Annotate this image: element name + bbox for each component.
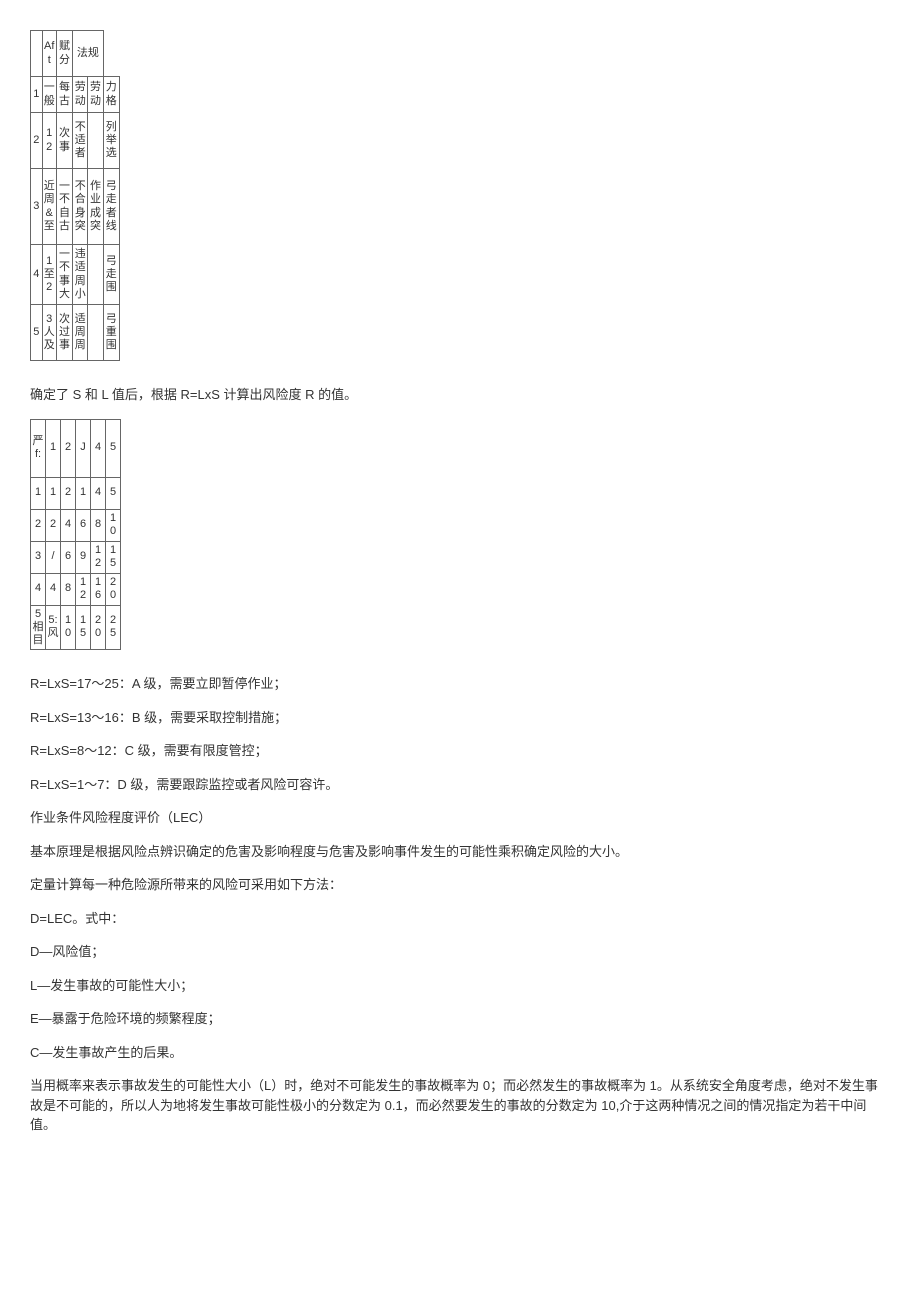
table-row: 3 近周&至 一不自古 不合身突 作业成突 弓走者线 (31, 169, 120, 245)
header-cell: 严f: (31, 419, 46, 477)
lec-heading: 作业条件风险程度评价（LEC） (30, 808, 890, 828)
cell: 3人及 (42, 305, 56, 361)
lec-method: 定量计算每一种危险源所带来的风险可采用如下方法： (30, 875, 890, 895)
cell: 适周周 (73, 305, 88, 361)
cell: 弓走者线 (103, 169, 119, 245)
evaluation-table: Aft 赋分 法规 现场 1 一般 每古 劳动 劳动 力格 2 12 次事 不适… (30, 30, 120, 361)
cell: 不适者 (73, 113, 88, 169)
header-cell: 赋分 (56, 31, 72, 77)
header-cell: 1 (46, 419, 61, 477)
table-row: 5相目 5:风 10 15 20 25 (31, 605, 121, 650)
cell: 作业成突 (88, 169, 103, 245)
cell: 10 (106, 509, 121, 541)
cell: 1 (76, 477, 91, 509)
header-cell: Aft (42, 31, 56, 77)
cell: 10 (61, 605, 76, 650)
cell: 16 (91, 573, 106, 605)
cell: 9 (76, 541, 91, 573)
cell: 20 (106, 573, 121, 605)
cell: 次过事 (56, 305, 72, 361)
risk-level-c: R=LxS=8〜12：C 级，需要有限度管控； (30, 741, 890, 761)
table-row: 5 3人及 次过事 适周周 弓重围 (31, 305, 120, 361)
table-header-row: 严f: 1 2 J 4 5 (31, 419, 121, 477)
cell: 近周&至 (42, 169, 56, 245)
risk-level-d: R=LxS=1〜7：D 级，需要跟踪监控或者风险可容许。 (30, 775, 890, 795)
table-row: 2 2 4 6 8 10 (31, 509, 121, 541)
row-index: 4 (31, 573, 46, 605)
cell: 弓走围 (103, 245, 119, 305)
header-cell (31, 31, 43, 77)
cell: 每古 (56, 77, 72, 113)
table-row: 4 1至2 一不事大 违适周小 弓走围 (31, 245, 120, 305)
cell: 5 (106, 477, 121, 509)
cell: 20 (91, 605, 106, 650)
cell: 1 (46, 477, 61, 509)
cell: 弓重围 (103, 305, 119, 361)
row-index: 2 (31, 113, 43, 169)
cell: 15 (76, 605, 91, 650)
cell: 8 (61, 573, 76, 605)
cell (88, 113, 103, 169)
cell: 4 (91, 477, 106, 509)
cell: 力格 (103, 77, 119, 113)
table-row: 1 一般 每古 劳动 劳动 力格 (31, 77, 120, 113)
lec-principle: 基本原理是根据风险点辨识确定的危害及影响程度与危害及影响事件发生的可能性乘积确定… (30, 842, 890, 862)
header-cell: 4 (91, 419, 106, 477)
risk-level-a: R=LxS=17〜25：A 级，需要立即暂停作业； (30, 674, 890, 694)
cell: 2 (46, 509, 61, 541)
cell: 劳动 (88, 77, 103, 113)
cell (88, 245, 103, 305)
cell: / (46, 541, 61, 573)
risk-formula-text: 确定了 S 和 L 值后，根据 R=LxS 计算出风险度 R 的值。 (30, 385, 890, 405)
lec-c-def: C—发生事故产生的后果。 (30, 1043, 890, 1063)
table-header-row: Aft 赋分 法规 现场 (31, 31, 120, 77)
cell: 6 (61, 541, 76, 573)
cell: 一般 (42, 77, 56, 113)
row-index: 4 (31, 245, 43, 305)
cell: 12 (91, 541, 106, 573)
table-row: 1 1 2 1 4 5 (31, 477, 121, 509)
table-row: 2 12 次事 不适者 列举选 (31, 113, 120, 169)
cell: 违适周小 (73, 245, 88, 305)
cell: 1至2 (42, 245, 56, 305)
row-index: 3 (31, 541, 46, 573)
cell: 4 (61, 509, 76, 541)
header-cell: J (76, 419, 91, 477)
row-index: 5相目 (31, 605, 46, 650)
cell: 25 (106, 605, 121, 650)
cell: 2 (61, 477, 76, 509)
cell: 6 (76, 509, 91, 541)
row-index: 5 (31, 305, 43, 361)
row-index: 1 (31, 477, 46, 509)
risk-matrix-table: 严f: 1 2 J 4 5 1 1 2 1 4 5 2 2 4 6 8 10 3… (30, 419, 121, 651)
cell: 12 (42, 113, 56, 169)
cell: 15 (106, 541, 121, 573)
header-cell: 5 (106, 419, 121, 477)
risk-level-b: R=LxS=13〜16：B 级，需要采取控制措施； (30, 708, 890, 728)
cell: 12 (76, 573, 91, 605)
cell: 5:风 (46, 605, 61, 650)
row-index: 1 (31, 77, 43, 113)
cell: 4 (46, 573, 61, 605)
cell (88, 305, 103, 361)
cell: 列举选 (103, 113, 119, 169)
row-index: 2 (31, 509, 46, 541)
cell: 劳动 (73, 77, 88, 113)
cell: 一不自古 (56, 169, 72, 245)
table-row: 4 4 8 12 16 20 (31, 573, 121, 605)
cell: 8 (91, 509, 106, 541)
lec-l-def: L—发生事故的可能性大小； (30, 976, 890, 996)
lec-d-def: D—风险值； (30, 942, 890, 962)
lec-probability-text: 当用概率来表示事故发生的可能性大小（L）时，绝对不可能发生的事故概率为 0；而必… (30, 1076, 890, 1135)
lec-formula: D=LEC。式中： (30, 909, 890, 929)
cell: 一不事大 (56, 245, 72, 305)
cell: 次事 (56, 113, 72, 169)
header-cell: 法规 (73, 31, 103, 77)
cell: 不合身突 (73, 169, 88, 245)
table-row: 3 / 6 9 12 15 (31, 541, 121, 573)
header-cell: 2 (61, 419, 76, 477)
row-index: 3 (31, 169, 43, 245)
lec-e-def: E—暴露于危险环境的频繁程度； (30, 1009, 890, 1029)
